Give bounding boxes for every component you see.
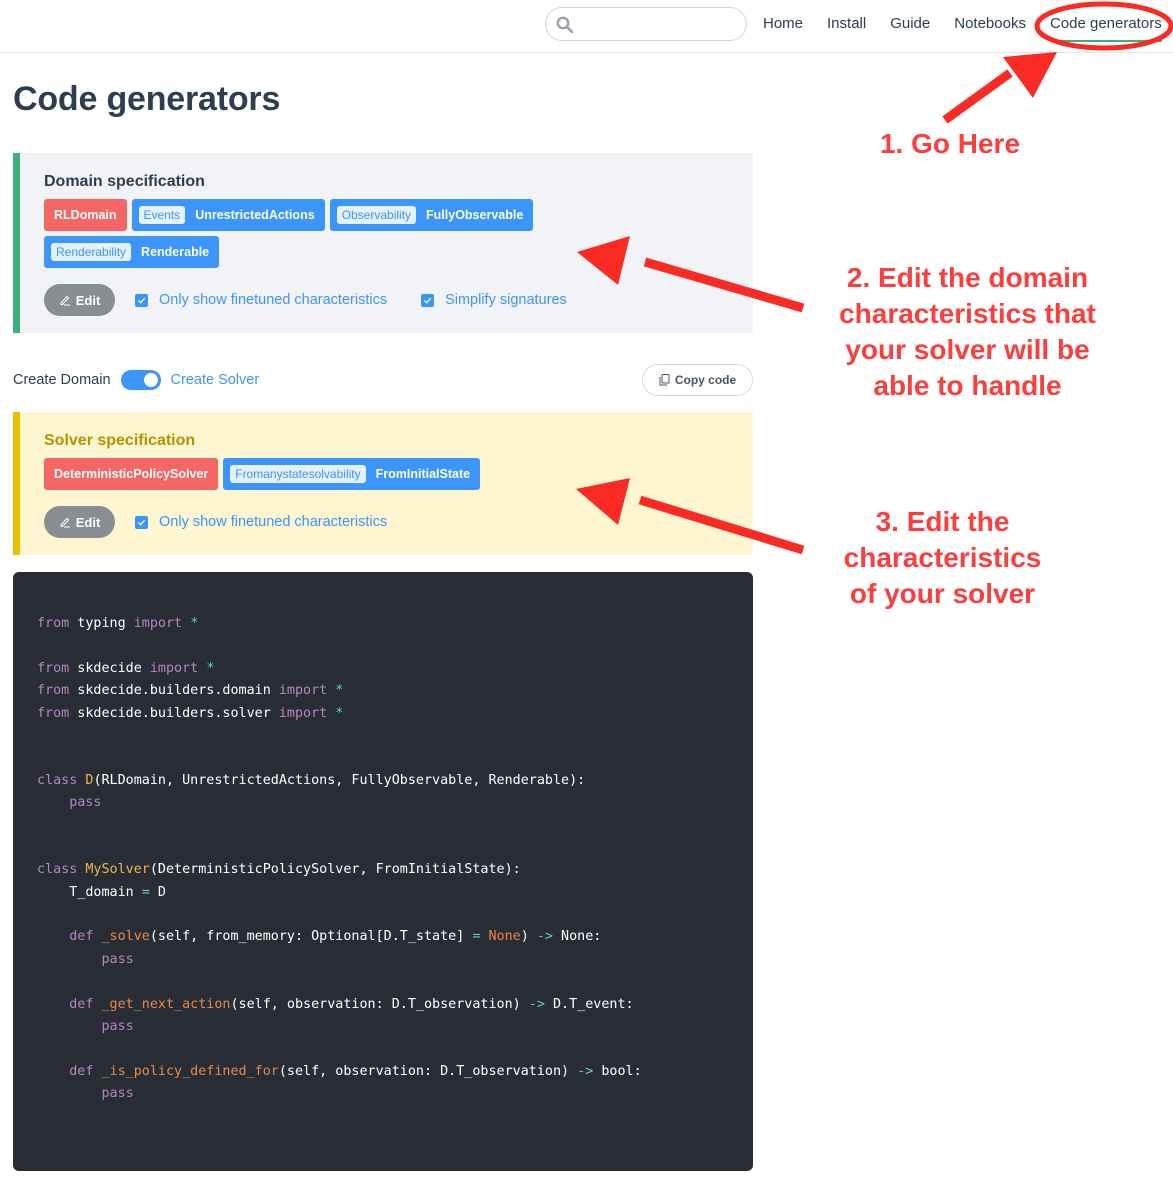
page-title: Code generators [13, 80, 281, 118]
code-line: pass [101, 1086, 134, 1102]
nav-guide[interactable]: Guide [890, 15, 930, 33]
tag-category: Fromanystatesolvability [230, 465, 366, 483]
tag-category: Events [138, 206, 186, 224]
solver-controls: Edit Only show finetuned characteristics [44, 506, 729, 538]
code-line: from typing import * [37, 616, 199, 631]
domain-spec-title: Domain specification [44, 173, 205, 190]
domain-solver-toggle[interactable] [120, 370, 161, 390]
tag-category: Renderability [51, 243, 132, 261]
edit-label: Edit [75, 292, 101, 308]
code-line: pass [101, 1019, 134, 1035]
nav-code-generators[interactable]: Code generators [1049, 15, 1162, 42]
search-icon [556, 16, 574, 34]
edit-label: Edit [75, 514, 101, 530]
annotation-line: characteristics [843, 542, 1042, 573]
domain-controls: Edit Only show finetuned characteristics… [44, 284, 729, 316]
annotation-line: of your solver [849, 578, 1036, 609]
mode-toggle-row: Create Domain Create Solver [13, 370, 259, 390]
solver-base-tag[interactable]: DeterministicPolicySolver [44, 458, 219, 490]
domain-tags: RLDomain Events UnrestrictedActions Obse… [44, 199, 564, 268]
nav-links: Home Install Guide Notebooks Code genera… [763, 15, 1162, 42]
code-line: def _is_policy_defined_for(self, observa… [69, 1063, 642, 1079]
code-line: class MySolver(DeterministicPolicySolver… [37, 862, 521, 878]
checkbox-checked-icon[interactable] [135, 293, 148, 307]
checkbox-checked-icon[interactable] [135, 515, 148, 529]
code-line: def _get_next_action(self, observation: … [69, 996, 634, 1012]
simplify-signatures-checkbox[interactable]: Simplify signatures [421, 292, 567, 308]
annotation-line: 2. Edit the domain [846, 262, 1089, 293]
tag-value: Renderable [141, 245, 210, 259]
search-input[interactable] [545, 7, 747, 41]
tag-category: Observability [336, 206, 417, 224]
code-line: pass [101, 951, 134, 967]
generated-code-block[interactable]: from typing import * from skdecide import… [13, 572, 753, 1171]
pencil-icon [60, 295, 70, 306]
code-line: class D(RLDomain, UnrestrictedActions, F… [37, 772, 586, 788]
checkbox-label: Only show finetuned characteristics [159, 292, 388, 308]
pencil-icon [60, 517, 70, 528]
annotation-line: 3. Edit the [875, 506, 1010, 537]
annotation-step-3: 3. Edit the characteristics of your solver [800, 504, 1085, 612]
tag-value: FullyObservable [426, 208, 524, 222]
code-line: from skdecide.builders.solver import * [37, 705, 344, 721]
navbar: Home Install Guide Notebooks Code genera… [0, 0, 1173, 53]
domain-characteristic-tag[interactable]: Events UnrestrictedActions [131, 199, 325, 231]
copy-code-button[interactable]: Copy code [642, 364, 753, 396]
annotation-step-1: 1. Go Here [879, 128, 1021, 159]
checkbox-label: Simplify signatures [445, 292, 567, 308]
toggle-knob [143, 373, 158, 387]
copy-code-label: Copy code [674, 373, 737, 387]
nav-notebooks[interactable]: Notebooks [954, 15, 1026, 33]
code-line: T_domain = D [37, 884, 166, 900]
code-line: def _solve(self, from_memory: Optional[D… [69, 929, 602, 945]
only-finetuned-checkbox[interactable]: Only show finetuned characteristics [135, 292, 387, 308]
annotation-line: your solver will be [845, 334, 1090, 365]
create-domain-label[interactable]: Create Domain [13, 372, 111, 388]
annotation-line: able to handle [873, 370, 1062, 401]
solver-characteristic-tag[interactable]: Fromanystatesolvability FromInitialState [223, 458, 481, 490]
solver-edit-button[interactable]: Edit [44, 506, 115, 538]
annotation-step-2: 2. Edit the domain characteristics that yo… [800, 260, 1135, 404]
domain-characteristic-tag[interactable]: Renderability Renderable [44, 236, 220, 268]
domain-edit-button[interactable]: Edit [44, 284, 115, 316]
checkbox-label: Only show finetuned characteristics [159, 514, 388, 530]
solver-spec-title: Solver specification [44, 432, 196, 449]
solver-tags: DeterministicPolicySolver Fromanystateso… [44, 458, 564, 490]
code-line: from skdecide import * [37, 660, 215, 676]
domain-base-tag[interactable]: RLDomain [44, 199, 127, 231]
create-solver-label[interactable]: Create Solver [171, 372, 260, 388]
annotation-line: characteristics that [839, 298, 1096, 329]
solver-specification-panel: Solver specification DeterministicPolicy… [13, 412, 753, 555]
domain-characteristic-tag[interactable]: Observability FullyObservable [329, 199, 534, 231]
nav-install[interactable]: Install [827, 15, 866, 33]
checkbox-checked-icon[interactable] [421, 293, 435, 307]
only-finetuned-checkbox[interactable]: Only show finetuned characteristics [135, 514, 387, 530]
code-line: pass [69, 795, 102, 811]
domain-specification-panel: Domain specification RLDomain Events Unr… [13, 153, 753, 333]
code-line: from skdecide.builders.domain import * [37, 683, 344, 699]
tag-value: FromInitialState [375, 467, 471, 481]
nav-home[interactable]: Home [763, 15, 803, 33]
arrow-step-1 [942, 52, 1057, 124]
copy-icon [659, 374, 670, 386]
tag-value: UnrestrictedActions [195, 208, 315, 222]
